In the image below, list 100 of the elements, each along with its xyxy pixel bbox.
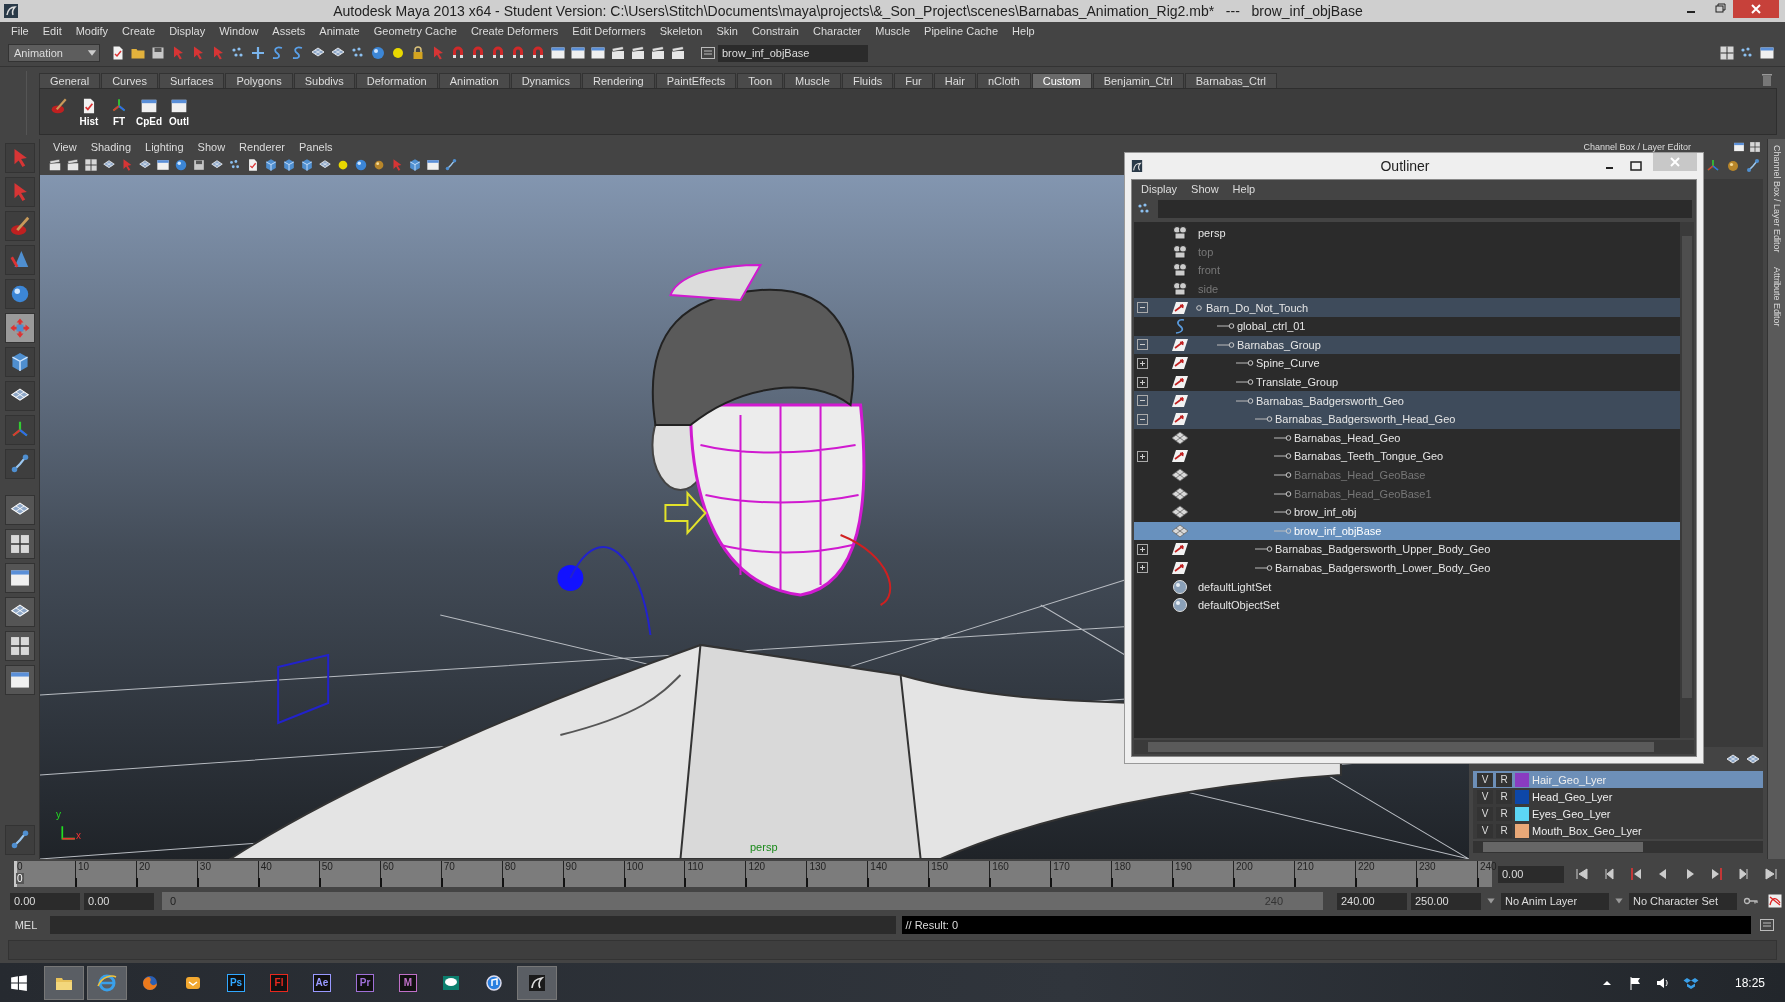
panel-menu-item[interactable]: Shading — [83, 141, 139, 153]
outliner-row[interactable]: defaultObjectSet — [1134, 595, 1680, 615]
clapper-icon[interactable] — [670, 45, 686, 61]
shelf-tab[interactable]: Custom — [1031, 73, 1092, 88]
menu-item[interactable]: Modify — [68, 25, 116, 37]
anim-layer-field[interactable]: No Anim Layer — [1501, 892, 1609, 910]
playback-end-field[interactable]: 240.00 — [1337, 892, 1407, 910]
menu-item[interactable]: Skeleton — [652, 25, 710, 37]
sphere-icon[interactable] — [370, 45, 386, 61]
menu-item[interactable]: Assets — [265, 25, 313, 37]
clock[interactable]: 18:25 — [1734, 976, 1765, 990]
paint-icon[interactable] — [8, 215, 31, 237]
panel-menu-item[interactable]: Panels — [291, 141, 340, 153]
outliner-row[interactable]: Spine_Curve — [1134, 354, 1680, 373]
outliner-row[interactable]: Translate_Group — [1134, 372, 1680, 392]
light-icon[interactable] — [336, 158, 350, 172]
window-icon[interactable] — [1733, 141, 1745, 153]
menu-item[interactable]: Skin — [709, 25, 745, 37]
reference-toggle[interactable]: R — [1496, 772, 1512, 787]
magnet-icon[interactable] — [450, 45, 466, 61]
outliner-row[interactable]: Barnabas_Badgersworth_Geo — [1134, 391, 1680, 410]
box-icon[interactable] — [1682, 975, 1699, 991]
menu-item[interactable]: Muscle — [868, 25, 918, 37]
cube-icon[interactable] — [408, 158, 422, 172]
axis-icon[interactable] — [1705, 158, 1721, 174]
script-icon[interactable] — [700, 45, 716, 61]
layer-row[interactable]: V R Eyes_Geo_Lyer — [1473, 805, 1763, 822]
window-icon[interactable] — [156, 158, 170, 172]
start-time-field[interactable]: 0.00 — [10, 892, 80, 910]
shelf-tab[interactable]: Muscle — [784, 73, 841, 88]
visibility-toggle[interactable]: V — [1477, 772, 1493, 787]
taskbar-app[interactable]: Ps — [216, 966, 256, 1000]
ball-icon[interactable] — [1725, 158, 1741, 174]
visibility-toggle[interactable]: V — [1477, 806, 1493, 821]
window-icon[interactable] — [1759, 45, 1775, 61]
menu-item[interactable]: File — [4, 25, 36, 37]
joint-icon[interactable] — [1745, 158, 1761, 174]
light-icon[interactable] — [390, 45, 406, 61]
clapper-icon[interactable] — [66, 158, 80, 172]
layer-row[interactable]: V R Mouth_Box_Geo_Lyer — [1473, 822, 1763, 839]
shelf-button[interactable]: Outl — [166, 96, 192, 127]
key-forward-icon[interactable] — [1709, 866, 1725, 882]
taskbar-app[interactable] — [517, 966, 557, 1000]
side-tab[interactable]: Attribute Editor — [1771, 266, 1782, 327]
taskbar-app[interactable]: Fl — [259, 966, 299, 1000]
outliner-row[interactable]: Barnabas_Badgersworth_Lower_Body_Geo — [1134, 558, 1680, 578]
menu-item[interactable]: Pipeline Cache — [917, 25, 1006, 37]
taskbar-app[interactable]: Ae — [302, 966, 342, 1000]
window-icon[interactable] — [570, 45, 586, 61]
window-icon[interactable] — [8, 669, 31, 691]
end-time-field[interactable]: 250.00 — [1411, 892, 1481, 910]
window-icon[interactable] — [590, 45, 606, 61]
plus-icon[interactable] — [250, 45, 266, 61]
outliner-row[interactable]: brow_inf_obj — [1134, 502, 1680, 522]
document-icon[interactable] — [246, 158, 260, 172]
menu-set-dropdown[interactable]: Animation — [8, 44, 100, 62]
preferences-icon[interactable] — [1767, 893, 1783, 909]
reference-toggle[interactable]: R — [1496, 806, 1512, 821]
cube-icon[interactable] — [264, 158, 278, 172]
visibility-toggle[interactable]: V — [1477, 823, 1493, 838]
outliner-menu-item[interactable]: Display — [1134, 183, 1185, 195]
layout-icon[interactable] — [8, 635, 31, 657]
menu-item[interactable]: Geometry Cache — [366, 25, 464, 37]
sphere-icon[interactable] — [354, 158, 368, 172]
outliner-row[interactable]: Barnabas_Group — [1134, 335, 1680, 355]
magnet-icon[interactable] — [510, 45, 526, 61]
menu-item[interactable]: Character — [805, 25, 869, 37]
cube-icon[interactable] — [300, 158, 314, 172]
expand-toggle[interactable] — [1137, 543, 1148, 555]
panel-menu-item[interactable]: Show — [190, 141, 233, 153]
script-icon[interactable] — [1759, 917, 1775, 933]
skip-forward-icon[interactable] — [1763, 866, 1779, 882]
outliner-menu-item[interactable]: Help — [1225, 183, 1263, 195]
expand-toggle[interactable] — [1137, 302, 1148, 314]
visibility-toggle[interactable]: V — [1477, 789, 1493, 804]
outliner-row[interactable]: Barnabas_Teeth_Tongue_Geo — [1134, 447, 1680, 466]
layer-color-swatch[interactable] — [1515, 772, 1529, 787]
menu-item[interactable]: Create Deformers — [463, 25, 566, 37]
menu-item[interactable]: Display — [162, 25, 213, 37]
speaker-icon[interactable] — [1654, 975, 1671, 991]
shelf-tab[interactable]: Toon — [737, 73, 784, 88]
window-icon[interactable] — [550, 45, 566, 61]
shelf-button[interactable]: CpEd — [136, 96, 162, 127]
magnet-icon[interactable] — [490, 45, 506, 61]
panel-menu-item[interactable]: View — [46, 141, 84, 153]
clapper-icon[interactable] — [48, 158, 62, 172]
shelf-tab[interactable]: Dynamics — [510, 73, 581, 88]
outliner-row[interactable]: Barn_Do_Not_Touch — [1134, 298, 1680, 317]
shelf-tab[interactable]: Fur — [894, 73, 933, 88]
expand-toggle[interactable] — [1137, 450, 1148, 462]
outliner-row[interactable]: Barnabas_Head_Geo — [1134, 428, 1680, 448]
reference-toggle[interactable]: R — [1496, 789, 1512, 804]
clapper-icon[interactable] — [630, 45, 646, 61]
expand-toggle[interactable] — [1137, 413, 1148, 425]
paint-icon[interactable] — [50, 96, 68, 115]
name-field[interactable]: brow_inf_objBase — [718, 44, 868, 62]
panel-menu-item[interactable]: Renderer — [232, 141, 292, 153]
shelf-tab[interactable]: Fluids — [841, 73, 894, 88]
outliner-row[interactable]: persp — [1134, 224, 1680, 243]
playback-start-field[interactable]: 0.00 — [84, 892, 154, 910]
